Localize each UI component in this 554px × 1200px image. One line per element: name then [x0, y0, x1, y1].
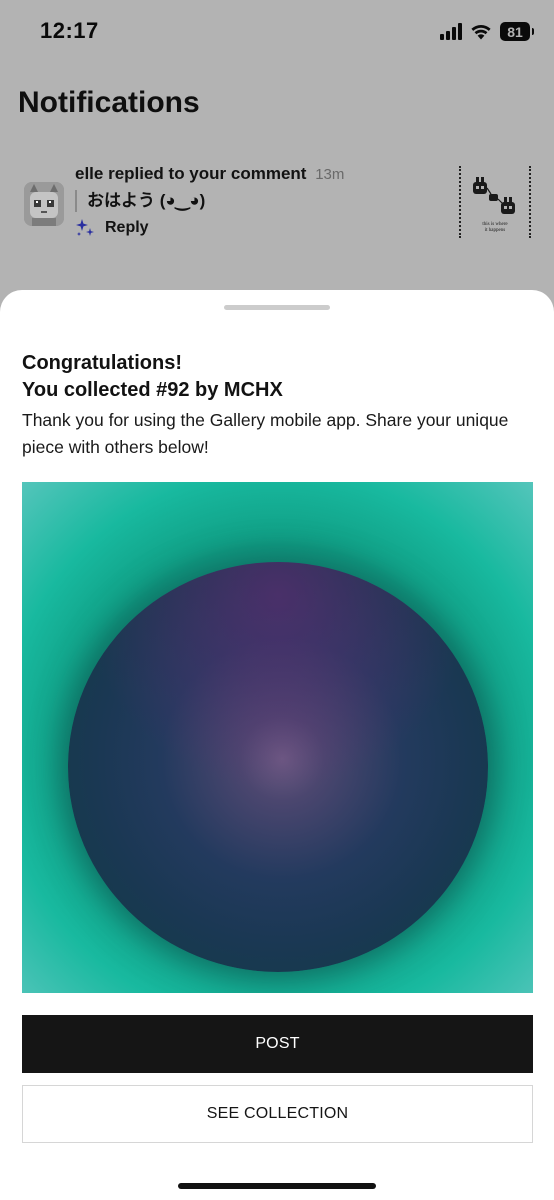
- status-bar: 12:17 81: [0, 0, 554, 64]
- notification-item[interactable]: elle replied to your comment 13m おはよう (◕…: [0, 160, 554, 250]
- sheet-title-line1: Congratulations!: [22, 352, 182, 374]
- artwork-orb: [68, 562, 488, 972]
- wifi-icon: [470, 23, 492, 40]
- sparkle-icon: [75, 218, 95, 238]
- reply-button[interactable]: Reply: [75, 218, 149, 238]
- page-title: Notifications: [18, 86, 200, 119]
- cellular-signal-icon: [440, 23, 462, 40]
- sheet-title: Congratulations! You collected #92 by MC…: [22, 350, 283, 404]
- notification-time: 13m: [315, 166, 345, 183]
- notification-message: elle replied to your comment: [75, 164, 307, 183]
- post-thumbnail[interactable]: this is where it happens: [459, 166, 531, 238]
- see-collection-button[interactable]: SEE COLLECTION: [22, 1085, 533, 1143]
- post-button[interactable]: POST: [22, 1015, 533, 1073]
- home-indicator[interactable]: [178, 1183, 376, 1189]
- battery-icon: 81: [500, 22, 534, 41]
- avatar[interactable]: [24, 182, 64, 226]
- sheet-title-line2: You collected #92 by MCHX: [22, 379, 283, 401]
- status-icons: 81: [440, 22, 534, 41]
- quoted-comment: おはよう (◕‿◕): [75, 190, 205, 212]
- svg-text:it happens: it happens: [485, 228, 505, 233]
- sheet-description: Thank you for using the Gallery mobile a…: [22, 410, 509, 457]
- collection-sheet: Congratulations! You collected #92 by MC…: [0, 290, 554, 1200]
- battery-level: 81: [507, 23, 523, 40]
- sheet-drag-handle[interactable]: [224, 305, 330, 310]
- reply-label: Reply: [105, 219, 149, 236]
- collected-artwork: [22, 482, 533, 993]
- status-time: 12:17: [40, 18, 99, 43]
- notification-text: elle replied to your comment 13m: [75, 164, 344, 184]
- svg-text:this is where: this is where: [482, 222, 508, 227]
